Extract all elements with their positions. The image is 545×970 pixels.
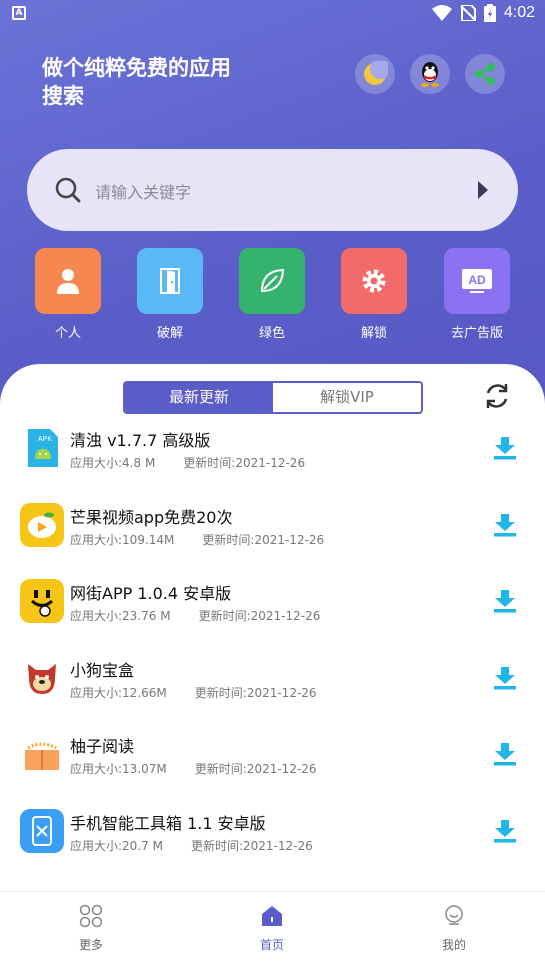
category-green[interactable]: 绿色	[222, 248, 322, 341]
book-icon	[20, 732, 64, 776]
moon-icon	[364, 61, 388, 85]
person-icon	[57, 269, 79, 294]
download-icon[interactable]	[493, 666, 517, 690]
app-updated: 更新时间:2021-12-26	[194, 762, 317, 777]
download-icon[interactable]	[493, 589, 517, 613]
mango-icon	[20, 502, 64, 547]
list-item[interactable]: 网街APP 1.0.4 安卓版 应用大小:23.76 M 更新时间:2021-12…	[0, 575, 545, 652]
app-list: APK 清浊 v1.7.7 高级版 应用大小:4.8 M 更新时间:2021-12…	[0, 422, 545, 882]
clock: 4:02	[503, 4, 535, 21]
search-bar[interactable]: 请输入关键字	[27, 149, 518, 231]
qq-icon	[421, 62, 439, 87]
category-label: 破解	[156, 326, 183, 341]
smiley-icon	[20, 579, 64, 624]
list-item[interactable]: 小狗宝盒 应用大小:12.66M 更新时间:2021-12-26	[0, 652, 545, 729]
list-item[interactable]: 手机智能工具箱 1.1 安卓版 应用大小:20.7 M 更新时间:2021-12-…	[0, 805, 545, 882]
toolbox-icon	[20, 808, 64, 853]
app-list-panel: 最新更新 解锁VIP APK 清浊 v1.7.7 高级版 应用大小:4.8 M 更…	[0, 364, 545, 891]
status-bar: A 4:02	[0, 0, 545, 28]
door-icon	[160, 268, 180, 294]
list-item[interactable]: APK 清浊 v1.7.7 高级版 应用大小:4.8 M 更新时间:2021-12…	[0, 422, 545, 499]
notification-icon: A	[12, 6, 26, 20]
home-icon	[262, 906, 282, 926]
search-input[interactable]: 请输入关键字	[95, 179, 191, 203]
tab-latest[interactable]: 最新更新	[125, 383, 273, 412]
apk-icon: APK	[20, 426, 64, 470]
no-sim-icon	[460, 5, 476, 21]
tab-unlock-vip[interactable]: 解锁VIP	[273, 383, 421, 412]
ad-icon: AD	[462, 269, 492, 293]
app-size: 应用大小:13.07M	[70, 762, 167, 777]
app-name: 网街APP 1.0.4 安卓版	[70, 584, 232, 604]
app-size: 应用大小:12.66M	[70, 685, 167, 700]
battery-icon	[483, 4, 496, 22]
leaf-icon	[260, 268, 285, 293]
category-label: 去广告版	[450, 326, 503, 341]
bottom-nav: 更多 首页 我的	[0, 891, 545, 970]
search-icon	[55, 177, 81, 203]
search-go-icon[interactable]	[476, 179, 490, 201]
header-actions	[355, 54, 505, 94]
dog-icon	[20, 656, 64, 700]
nav-label: 我的	[441, 938, 466, 952]
list-item[interactable]: 柚子阅读 应用大小:13.07M 更新时间:2021-12-26	[0, 728, 545, 805]
app-updated: 更新时间:2021-12-26	[202, 532, 325, 547]
category-personal[interactable]: 个人	[18, 248, 118, 341]
list-item[interactable]: 芒果视频app免费20次 应用大小:109.14M 更新时间:2021-12-26	[0, 499, 545, 576]
download-icon[interactable]	[493, 819, 517, 843]
nav-label: 首页	[259, 938, 284, 952]
app-updated: 更新时间:2021-12-26	[190, 838, 313, 853]
nav-more[interactable]: 更多	[51, 904, 131, 953]
app-size: 应用大小:109.14M	[70, 532, 175, 547]
grid-icon	[79, 904, 103, 928]
download-icon[interactable]	[493, 513, 517, 537]
app-size: 应用大小:20.7 M	[70, 838, 163, 853]
download-icon[interactable]	[493, 742, 517, 766]
app-updated: 更新时间:2021-12-26	[194, 685, 317, 700]
night-mode-button[interactable]	[355, 54, 395, 94]
app-name: 手机智能工具箱 1.1 安卓版	[70, 813, 266, 833]
share-icon	[475, 63, 495, 85]
app-size: 应用大小:4.8 M	[70, 456, 156, 470]
category-label: 个人	[54, 326, 81, 341]
category-label: 绿色	[258, 326, 285, 341]
share-button[interactable]	[465, 54, 505, 94]
nav-label: 更多	[78, 938, 103, 952]
app-updated: 更新时间:2021-12-26	[183, 456, 306, 470]
app-updated: 更新时间:2021-12-26	[198, 609, 321, 624]
app-name: 芒果视频app免费20次	[70, 507, 233, 527]
category-ad-free[interactable]: AD 去广告版	[427, 248, 527, 341]
category-grid: 个人 破解 绿色 解锁 AD 去广告版	[0, 248, 545, 348]
app-name: 小狗宝盒	[70, 660, 135, 680]
profile-icon	[445, 905, 463, 925]
category-label: 解锁	[360, 326, 387, 341]
nav-home[interactable]: 首页	[232, 904, 312, 953]
svg-text:AD: AD	[468, 273, 486, 287]
app-size: 应用大小:23.76 M	[70, 609, 171, 624]
app-name: 清浊 v1.7.7 高级版	[70, 431, 211, 450]
svg-text:APK: APK	[38, 436, 52, 443]
app-slogan: 做个纯粹免费的应用搜索	[42, 56, 231, 108]
refresh-icon[interactable]	[482, 381, 512, 411]
wifi-icon	[431, 5, 452, 21]
app-name: 柚子阅读	[70, 737, 135, 757]
download-icon[interactable]	[493, 436, 517, 460]
list-tabs: 最新更新 解锁VIP	[123, 381, 423, 414]
qq-button[interactable]	[410, 54, 450, 94]
category-unlock[interactable]: 解锁	[324, 248, 424, 341]
gear-icon	[362, 269, 386, 293]
category-crack[interactable]: 破解	[120, 248, 220, 341]
nav-mine[interactable]: 我的	[414, 904, 494, 953]
